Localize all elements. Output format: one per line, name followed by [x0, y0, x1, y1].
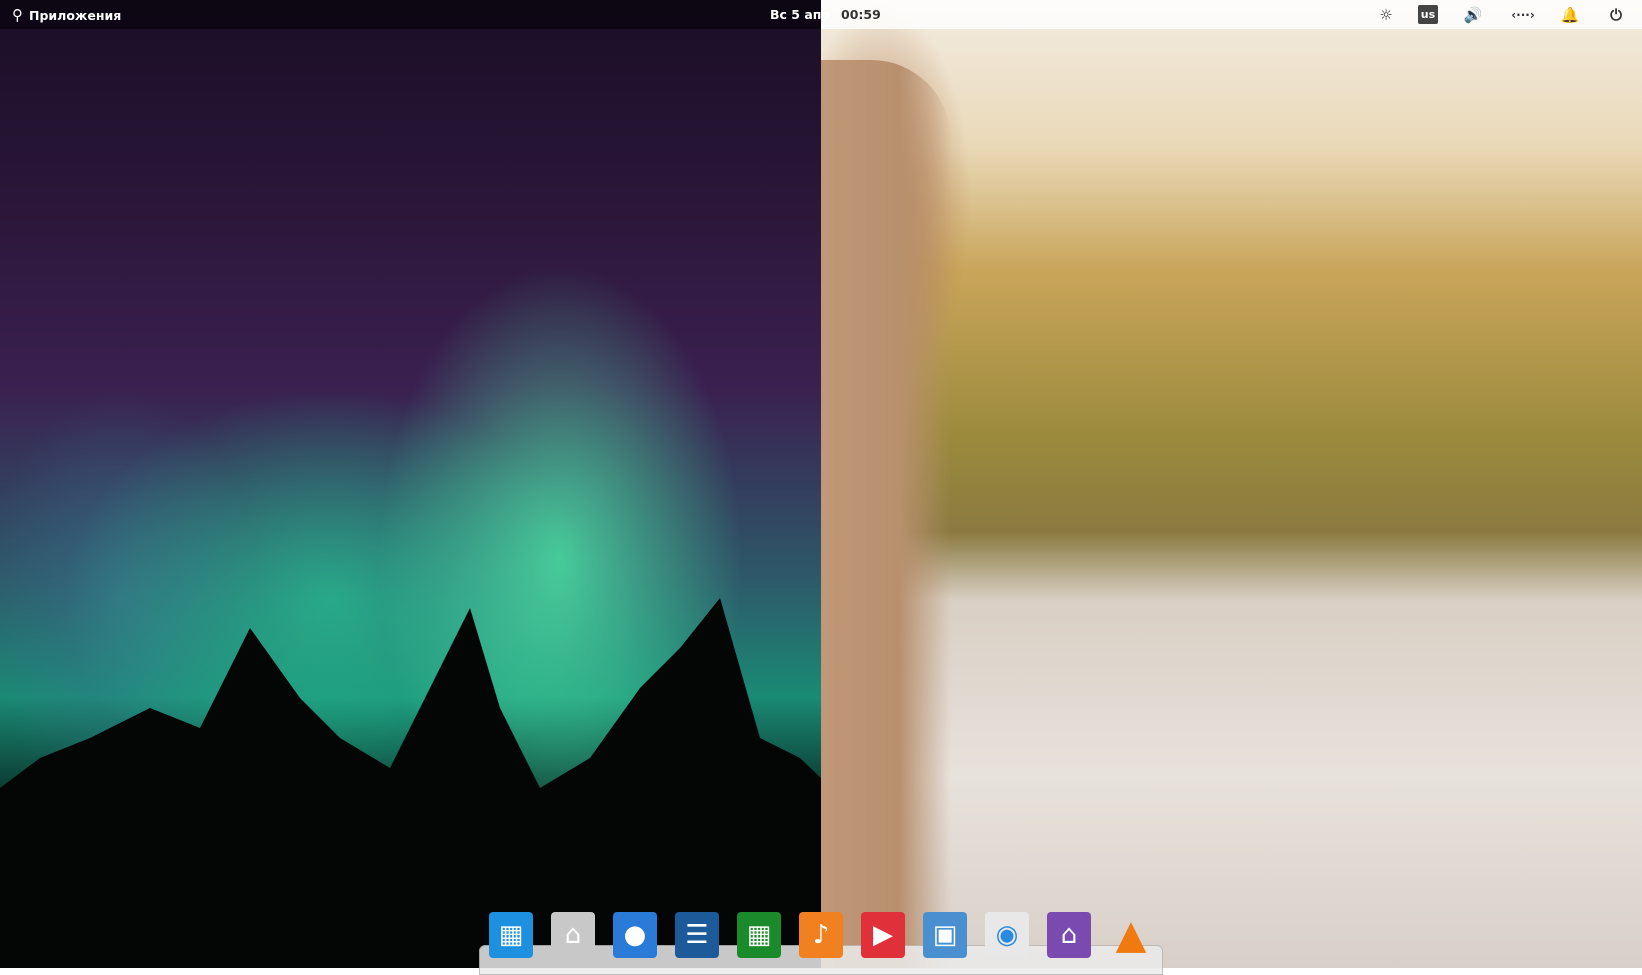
photos-icon: ▣ [933, 920, 958, 950]
network-icon[interactable]: ‹···› [1513, 5, 1533, 25]
toggle-icon: ◉ [996, 920, 1019, 950]
dock-item-web-browser[interactable]: ● [613, 912, 657, 958]
dock-item-files[interactable]: ⌂ [551, 912, 595, 958]
music-note-icon: ♪ [813, 920, 830, 950]
dock-item-videos[interactable]: ▶ [861, 912, 905, 958]
play-icon: ▶ [873, 920, 893, 950]
tree-silhouettes [0, 588, 821, 968]
notifications-icon[interactable]: 🔔 [1560, 5, 1580, 25]
dock-item-libreoffice-calc[interactable]: ▦ [737, 912, 781, 958]
dock-item-libreoffice-writer[interactable]: ☰ [675, 912, 719, 958]
volume-icon[interactable]: 🔊 [1463, 5, 1483, 25]
applications-menu-button[interactable]: ⚲ Приложения [12, 6, 121, 24]
power-icon[interactable]: ⏻ [1606, 5, 1626, 25]
spreadsheet-icon: ▦ [747, 920, 772, 950]
dock-item-appcenter[interactable]: ⌂ [1047, 912, 1091, 958]
desktop-wallpaper [0, 0, 1642, 968]
dock-item-multitasking-view[interactable]: ▦ [489, 912, 533, 958]
home-folder-icon: ⌂ [565, 920, 582, 950]
multitasking-icon: ▦ [499, 920, 524, 950]
top-panel: ⚲ Приложения Вс 5 апр 00:59 ☼ us 🔊 ‹···›… [0, 0, 1642, 29]
night-light-icon[interactable]: ☼ [1376, 5, 1396, 25]
applications-label: Приложения [29, 8, 121, 23]
dock-item-system-settings[interactable]: ◉ [985, 912, 1029, 958]
globe-icon: ● [624, 920, 647, 950]
keyboard-layout-icon[interactable]: us [1418, 5, 1438, 24]
search-icon: ⚲ [12, 6, 23, 24]
time-label: 00:59 [841, 7, 881, 22]
document-icon: ☰ [685, 920, 708, 950]
traffic-cone-icon: ▲ [1116, 912, 1147, 958]
lioness-silhouette [821, 60, 951, 968]
dock-item-vlc[interactable]: ▲ [1109, 912, 1153, 958]
date-label: Вс 5 апр [770, 7, 830, 22]
dock-item-music[interactable]: ♪ [799, 912, 843, 958]
store-icon: ⌂ [1061, 920, 1078, 950]
dock-item-photos[interactable]: ▣ [923, 912, 967, 958]
